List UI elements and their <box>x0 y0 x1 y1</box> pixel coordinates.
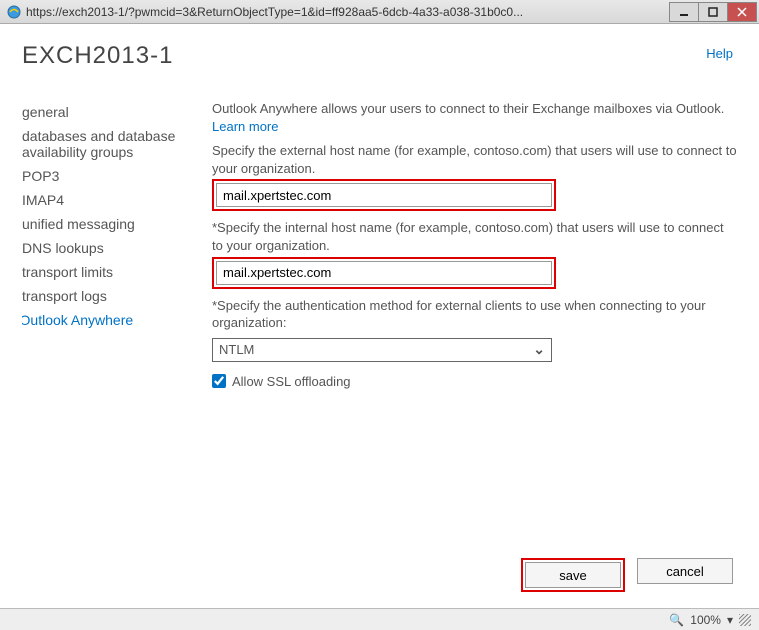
form-area: Outlook Anywhere allows your users to co… <box>202 100 737 608</box>
statusbar: 🔍 100% ▾ <box>0 608 759 630</box>
sidebar-item-imap4[interactable]: IMAP4 <box>22 188 202 212</box>
zoom-level: 100% <box>690 613 721 627</box>
auth-method-label: *Specify the authentication method for e… <box>212 297 737 332</box>
external-host-input[interactable] <box>216 183 552 207</box>
sidebar-item-transport-logs[interactable]: transport logs <box>22 284 202 308</box>
sidebar-item-unified-messaging[interactable]: unified messaging <box>22 212 202 236</box>
save-button-highlight: save <box>521 558 625 592</box>
intro-text-content: Outlook Anywhere allows your users to co… <box>212 101 724 116</box>
sidebar: general databases and database availabil… <box>22 100 202 608</box>
external-host-highlight <box>212 179 556 211</box>
zoom-icon[interactable]: 🔍 <box>669 613 684 627</box>
intro-text: Outlook Anywhere allows your users to co… <box>212 100 737 136</box>
external-host-label: Specify the external host name (for exam… <box>212 142 737 177</box>
internal-host-highlight <box>212 257 556 289</box>
window-controls <box>670 2 757 22</box>
help-link[interactable]: Help <box>706 46 733 61</box>
auth-method-select[interactable]: NTLM ⌄ <box>212 338 552 362</box>
close-button[interactable] <box>727 2 757 22</box>
ssl-offloading-checkbox[interactable] <box>212 374 226 388</box>
sidebar-item-pop3[interactable]: POP3 <box>22 164 202 188</box>
internal-host-input[interactable] <box>216 261 552 285</box>
sidebar-item-databases[interactable]: databases and database availability grou… <box>22 124 202 164</box>
ssl-offloading-label: Allow SSL offloading <box>232 374 351 389</box>
sidebar-item-dns-lookups[interactable]: DNS lookups <box>22 236 202 260</box>
sidebar-item-outlook-anywhere[interactable]: Outlook Anywhere <box>22 308 202 332</box>
maximize-button[interactable] <box>698 2 728 22</box>
auth-method-value: NTLM <box>219 342 254 357</box>
minimize-button[interactable] <box>669 2 699 22</box>
ie-icon <box>6 4 22 20</box>
save-button[interactable]: save <box>525 562 621 588</box>
titlebar: https://exch2013-1/?pwmcid=3&ReturnObjec… <box>0 0 759 24</box>
internal-host-label: *Specify the internal host name (for exa… <box>212 219 737 254</box>
chevron-down-icon: ⌄ <box>533 341 545 358</box>
learn-more-link[interactable]: Learn more <box>212 119 278 134</box>
sidebar-item-general[interactable]: general <box>22 100 202 124</box>
sidebar-item-transport-limits[interactable]: transport limits <box>22 260 202 284</box>
resize-grip[interactable] <box>739 614 751 626</box>
zoom-dropdown-icon[interactable]: ▾ <box>727 613 733 627</box>
cancel-button[interactable]: cancel <box>637 558 733 584</box>
page-title: EXCH2013-1 <box>22 42 737 70</box>
titlebar-url: https://exch2013-1/?pwmcid=3&ReturnObjec… <box>26 5 670 19</box>
ssl-offloading-row: Allow SSL offloading <box>212 374 737 389</box>
button-row: save cancel <box>521 558 733 592</box>
